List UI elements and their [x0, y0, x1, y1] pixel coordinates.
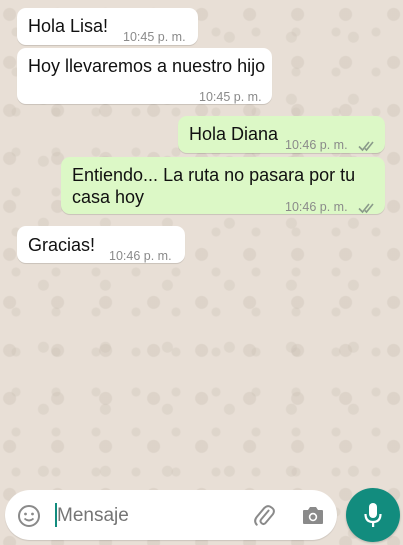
message-input[interactable] — [55, 500, 239, 532]
message-time: 10:46 p. m. — [285, 200, 348, 214]
mic-icon — [362, 501, 384, 534]
message-text: Gracias! — [28, 235, 96, 255]
read-ticks-icon — [358, 197, 378, 219]
camera-icon[interactable] — [301, 504, 325, 531]
message-text: Hola Lisa! — [28, 16, 109, 36]
message-text: Hola Diana — [189, 124, 279, 144]
message-bubble-outgoing[interactable]: Entiendo... La ruta no pasara por tu cas… — [61, 157, 385, 214]
message-bubble-incoming[interactable]: Hoy llevaremos a nuestro hijo 10:45 p. m… — [17, 48, 272, 104]
message-time: 10:46 p. m. — [109, 249, 172, 263]
message-text: Hoy llevaremos a nuestro hijo — [28, 56, 266, 76]
mic-button[interactable] — [346, 488, 400, 542]
paperclip-icon[interactable] — [251, 503, 277, 534]
message-time: 10:45 p. m. — [199, 90, 262, 104]
emoji-icon[interactable] — [17, 504, 41, 533]
message-time: 10:45 p. m. — [123, 30, 186, 44]
message-composer[interactable] — [5, 490, 337, 540]
message-text-line-2: casa hoy — [72, 187, 145, 207]
message-bubble-incoming[interactable]: Hola Lisa! 10:45 p. m. — [17, 8, 198, 45]
message-bubble-outgoing[interactable]: Hola Diana 10:46 p. m. — [178, 116, 385, 153]
message-time: 10:46 p. m. — [285, 138, 348, 152]
read-ticks-icon — [358, 135, 378, 157]
message-bubble-incoming[interactable]: Gracias! 10:46 p. m. — [17, 226, 185, 263]
message-text-line-1: Entiendo... La ruta no pasara por tu — [72, 165, 356, 185]
